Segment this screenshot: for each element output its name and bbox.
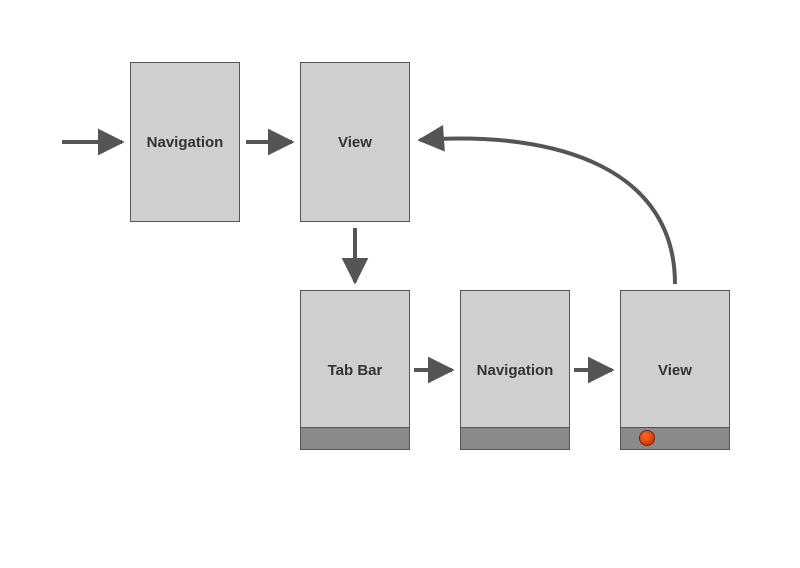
tabbar-strip <box>301 427 409 449</box>
node-view-top: View <box>300 62 410 222</box>
node-navigation-bottom: Navigation <box>460 290 570 450</box>
node-tabbar: Tab Bar <box>300 290 410 450</box>
active-tab-dot-icon <box>639 430 655 446</box>
node-label: Tab Bar <box>328 362 383 379</box>
node-view-bottom: View <box>620 290 730 450</box>
tabbar-strip <box>461 427 569 449</box>
node-label: View <box>338 134 372 151</box>
node-label: Navigation <box>477 362 554 379</box>
node-label: Navigation <box>147 134 224 151</box>
node-label: View <box>658 362 692 379</box>
tabbar-strip <box>621 427 729 449</box>
node-navigation-top: Navigation <box>130 62 240 222</box>
edge-view-bottom-to-view-top <box>420 139 675 284</box>
diagram-canvas: Navigation View Tab Bar Navigation View <box>0 0 800 568</box>
